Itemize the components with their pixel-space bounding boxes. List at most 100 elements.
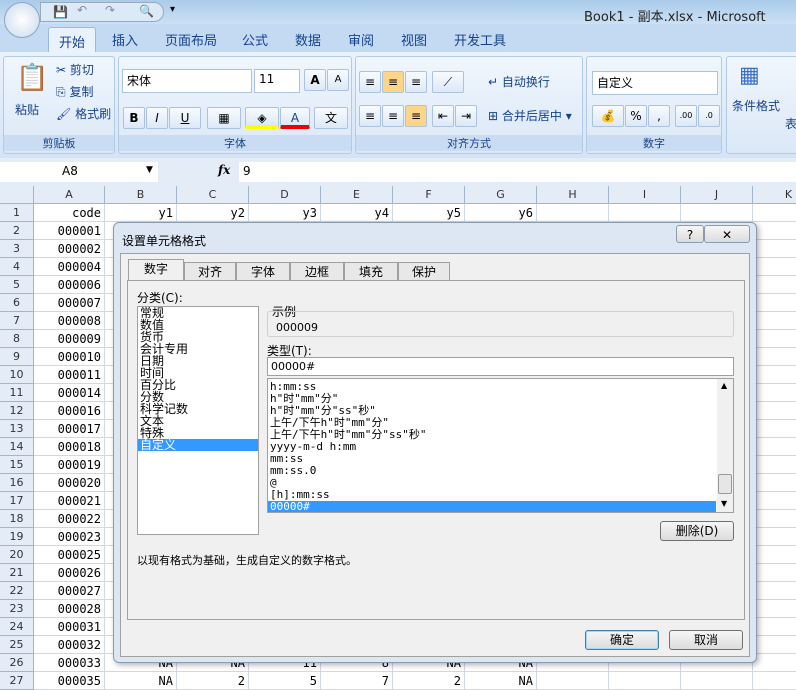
table-cell[interactable] — [537, 672, 609, 690]
table-cell[interactable] — [753, 438, 796, 456]
tab-view[interactable]: 视图 — [401, 30, 427, 49]
table-cell[interactable] — [753, 330, 796, 348]
table-cell[interactable]: 000010 — [34, 348, 105, 366]
row-header[interactable]: 8 — [0, 330, 34, 348]
row-header[interactable]: 11 — [0, 384, 34, 402]
table-cell[interactable] — [753, 672, 796, 690]
column-header[interactable]: D — [249, 186, 321, 204]
undo-icon[interactable]: ↶ — [77, 3, 87, 17]
type-item[interactable]: mm:ss.0 — [268, 465, 716, 477]
grow-font-button[interactable]: A — [304, 69, 326, 91]
close-button[interactable]: ✕ — [704, 225, 750, 243]
table-cell[interactable]: 000022 — [34, 510, 105, 528]
table-cell[interactable] — [537, 204, 609, 222]
row-header[interactable]: 18 — [0, 510, 34, 528]
row-header[interactable]: 23 — [0, 600, 34, 618]
percent-button[interactable]: % — [625, 105, 647, 127]
table-cell[interactable] — [753, 420, 796, 438]
paste-button[interactable]: 粘贴 — [15, 101, 39, 118]
format-as-table-button[interactable]: 表 — [785, 115, 796, 132]
tab-protection[interactable]: 保护 — [398, 262, 450, 281]
tab-home[interactable]: 开始 — [48, 27, 97, 52]
font-size-select[interactable]: 11 — [254, 69, 300, 93]
table-cell[interactable]: 000009 — [34, 330, 105, 348]
table-cell[interactable]: 000026 — [34, 564, 105, 582]
merge-center-button[interactable]: ⊞ 合并后居中 ▾ — [488, 107, 572, 124]
table-cell[interactable] — [753, 294, 796, 312]
select-all-corner[interactable] — [0, 186, 34, 204]
comma-button[interactable]: , — [648, 105, 670, 127]
row-header[interactable]: 13 — [0, 420, 34, 438]
row-header[interactable]: 16 — [0, 474, 34, 492]
row-header[interactable]: 20 — [0, 546, 34, 564]
table-cell[interactable]: 000021 — [34, 492, 105, 510]
row-header[interactable]: 22 — [0, 582, 34, 600]
tab-font[interactable]: 字体 — [236, 262, 290, 281]
table-cell[interactable] — [753, 312, 796, 330]
type-item[interactable]: [h]:mm:ss — [268, 489, 716, 501]
font-name-select[interactable]: 宋体 — [122, 69, 252, 93]
row-header[interactable]: 19 — [0, 528, 34, 546]
bottom-align-button[interactable]: ≡ — [405, 71, 427, 93]
table-cell[interactable]: 000023 — [34, 528, 105, 546]
table-cell[interactable]: code — [34, 204, 105, 222]
row-header[interactable]: 10 — [0, 366, 34, 384]
top-align-button[interactable]: ≡ — [359, 71, 381, 93]
help-button[interactable]: ? — [676, 225, 704, 243]
row-header[interactable]: 1 — [0, 204, 34, 222]
column-header[interactable]: F — [393, 186, 465, 204]
accounting-format-button[interactable]: 💰 — [592, 105, 624, 127]
table-cell[interactable]: 000017 — [34, 420, 105, 438]
table-cell[interactable]: 000019 — [34, 456, 105, 474]
phonetic-button[interactable]: 文 — [314, 107, 348, 129]
formula-input[interactable]: 9 — [239, 162, 796, 182]
table-cell[interactable] — [753, 564, 796, 582]
table-cell[interactable] — [753, 492, 796, 510]
align-right-button[interactable]: ≡ — [405, 105, 427, 127]
table-cell[interactable]: y3 — [249, 204, 321, 222]
row-header[interactable]: 15 — [0, 456, 34, 474]
ok-button[interactable]: 确定 — [585, 630, 659, 650]
tab-alignment[interactable]: 对齐 — [184, 262, 236, 281]
category-item[interactable]: 自定义 — [138, 439, 258, 451]
table-cell[interactable]: 000020 — [34, 474, 105, 492]
table-cell[interactable] — [753, 528, 796, 546]
table-cell[interactable]: 000028 — [34, 600, 105, 618]
italic-button[interactable]: I — [146, 107, 168, 129]
redo-icon[interactable]: ↷ — [105, 3, 115, 17]
table-cell[interactable]: 2 — [393, 672, 465, 690]
table-cell[interactable] — [609, 672, 681, 690]
row-header[interactable]: 7 — [0, 312, 34, 330]
type-list[interactable]: h:mm:ss h"时"mm"分" h"时"mm"分"ss"秒" 上午/下午h"时"m… — [267, 378, 734, 513]
column-header[interactable]: J — [681, 186, 753, 204]
table-cell[interactable]: 000004 — [34, 258, 105, 276]
scroll-thumb[interactable] — [718, 474, 732, 494]
table-cell[interactable]: 000016 — [34, 402, 105, 420]
name-box[interactable]: A8 — [0, 162, 158, 182]
shrink-font-button[interactable]: A — [327, 69, 349, 91]
type-item[interactable]: @ — [268, 477, 716, 489]
column-header[interactable]: I — [609, 186, 681, 204]
increase-indent-button[interactable]: ⇥ — [455, 105, 477, 127]
save-icon[interactable]: 💾 — [53, 5, 68, 19]
tab-data[interactable]: 数据 — [295, 30, 321, 49]
table-cell[interactable]: 000011 — [34, 366, 105, 384]
row-header[interactable]: 27 — [0, 672, 34, 690]
font-color-button[interactable]: A — [280, 107, 310, 129]
center-button[interactable]: ≡ — [382, 105, 404, 127]
row-header[interactable]: 9 — [0, 348, 34, 366]
row-header[interactable]: 6 — [0, 294, 34, 312]
row-header[interactable]: 17 — [0, 492, 34, 510]
table-cell[interactable] — [753, 240, 796, 258]
row-header[interactable]: 21 — [0, 564, 34, 582]
table-cell[interactable]: 000035 — [34, 672, 105, 690]
table-cell[interactable]: 000014 — [34, 384, 105, 402]
column-header[interactable]: C — [177, 186, 249, 204]
table-cell[interactable]: 000001 — [34, 222, 105, 240]
tab-page-layout[interactable]: 页面布局 — [165, 30, 217, 49]
table-cell[interactable] — [753, 348, 796, 366]
wrap-text-button[interactable]: ↵ 自动换行 — [488, 73, 550, 90]
align-left-button[interactable]: ≡ — [359, 105, 381, 127]
row-header[interactable]: 4 — [0, 258, 34, 276]
table-cell[interactable]: NA — [465, 672, 537, 690]
